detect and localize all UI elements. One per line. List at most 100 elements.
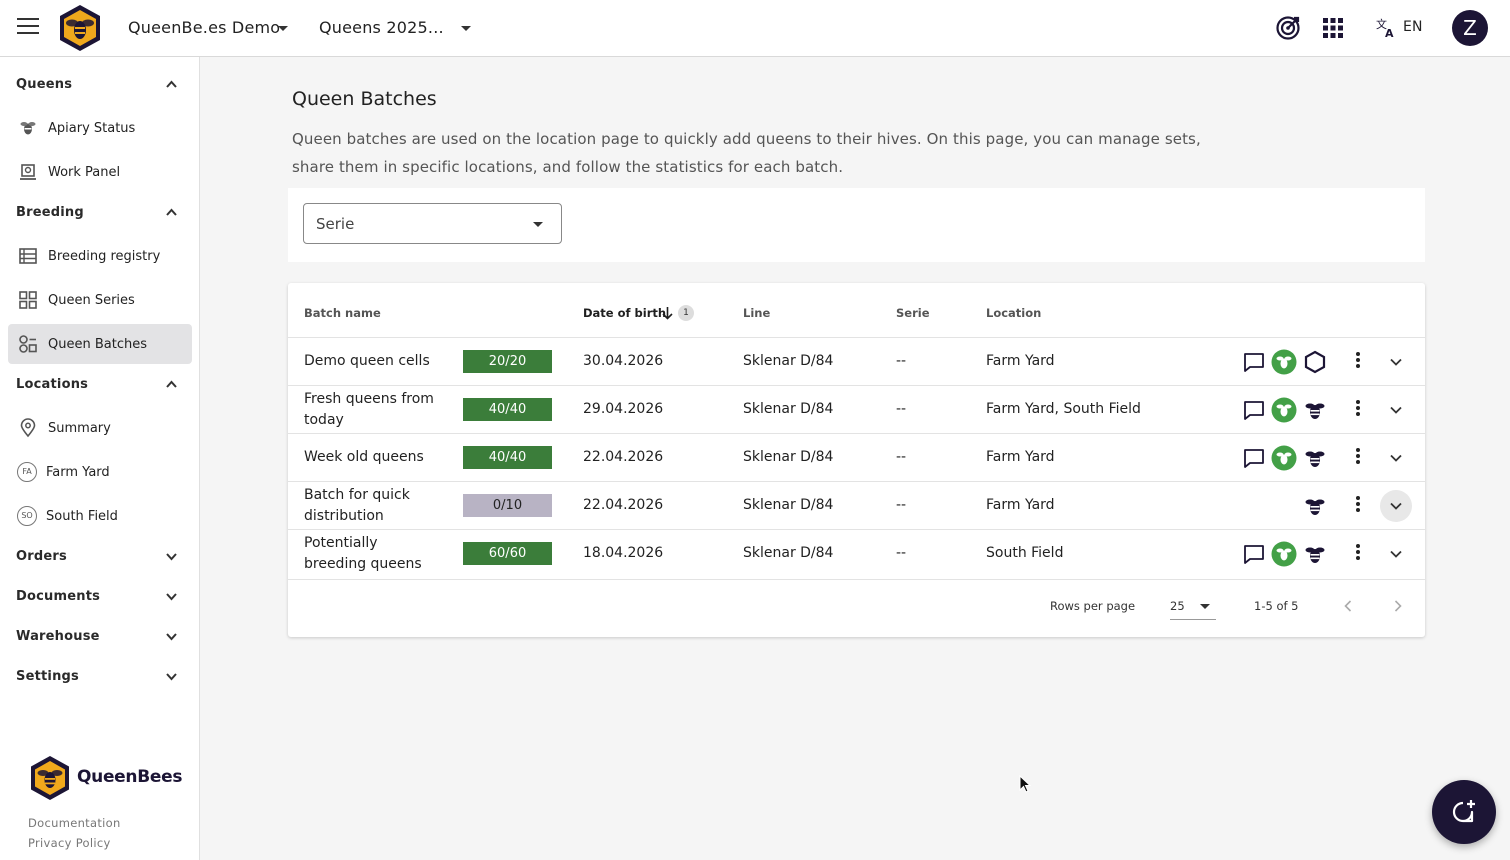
sidebar-item-summary[interactable]: Summary	[8, 408, 192, 448]
pagination-range: 1-5 of 5	[1254, 599, 1299, 613]
section-orders[interactable]: Orders	[16, 549, 67, 564]
bee-icon[interactable]	[1303, 398, 1327, 422]
location: Farm Yard, South Field	[986, 401, 1141, 417]
section-queens[interactable]: Queens	[16, 77, 72, 92]
sidebar-item-farm-yard[interactable]: FA Farm Yard	[8, 452, 192, 492]
sort-arrow-down-icon[interactable]	[661, 306, 674, 320]
organization-selector[interactable]: QueenBe.es Demo	[128, 18, 280, 37]
bee-icon[interactable]	[1303, 446, 1327, 470]
documentation-link[interactable]: Documentation	[28, 816, 121, 830]
sidebar-item-south-field[interactable]: SO South Field	[8, 496, 192, 536]
add-chat-fab-button[interactable]	[1432, 780, 1496, 844]
bee-status-green-icon[interactable]	[1271, 397, 1297, 423]
batch-progress-bar: 0/10	[463, 494, 552, 517]
section-locations[interactable]: Locations	[16, 377, 88, 392]
rows-per-page-label: Rows per page	[1050, 599, 1136, 613]
sidebar-item-work-panel[interactable]: Work Panel	[8, 152, 192, 192]
next-page-icon[interactable]	[1390, 598, 1406, 614]
expand-row-button[interactable]	[1380, 442, 1412, 474]
hexagon-outline-icon[interactable]	[1303, 350, 1327, 374]
batch-progress-bar: 60/60	[463, 542, 552, 565]
row-menu-icon[interactable]	[1348, 400, 1368, 420]
serie: --	[896, 449, 907, 465]
bee-status-green-icon[interactable]	[1271, 349, 1297, 375]
target-icon[interactable]	[1275, 15, 1301, 41]
work-panel-icon	[20, 164, 36, 180]
location-badge-icon: FA	[17, 462, 37, 482]
queenbees-logo-icon[interactable]	[58, 3, 102, 53]
date-of-birth: 22.04.2026	[583, 497, 664, 513]
chat-add-icon	[1452, 800, 1475, 823]
sidebar-item-queen-series[interactable]: Queen Series	[8, 280, 192, 320]
chevron-down-icon	[1390, 454, 1402, 462]
season-selector[interactable]: Queens 2025...	[319, 18, 444, 37]
sidebar: Queens Apiary Status Work Panel Breeding…	[0, 57, 200, 860]
row-menu-icon[interactable]	[1348, 496, 1368, 516]
comment-icon[interactable]	[1242, 542, 1266, 566]
translate-icon[interactable]: 文 A	[1376, 15, 1398, 41]
language-label[interactable]: EN	[1403, 19, 1423, 35]
chevron-down-icon[interactable]	[165, 550, 178, 563]
expand-row-button[interactable]	[1380, 346, 1412, 378]
chevron-down-icon[interactable]	[165, 630, 178, 643]
chevron-up-icon[interactable]	[165, 378, 178, 391]
batch-name: Week old queens	[304, 449, 424, 465]
sort-priority-badge: 1	[678, 305, 694, 321]
section-settings[interactable]: Settings	[16, 669, 79, 684]
comment-icon[interactable]	[1242, 446, 1266, 470]
header-serie[interactable]: Serie	[896, 306, 930, 320]
sidebar-item-label: Queen Series	[48, 293, 135, 308]
expand-row-button[interactable]	[1380, 538, 1412, 570]
header-batch-name[interactable]: Batch name	[304, 306, 381, 320]
serie-select[interactable]: Serie	[303, 203, 562, 244]
row-menu-icon[interactable]	[1348, 448, 1368, 468]
chevron-up-icon[interactable]	[165, 206, 178, 219]
sidebar-item-breeding-registry[interactable]: Breeding registry	[8, 236, 192, 276]
date-of-birth: 30.04.2026	[583, 353, 664, 369]
batch-progress-bar: 40/40	[463, 446, 552, 469]
row-menu-icon[interactable]	[1348, 544, 1368, 564]
batches-icon	[19, 335, 37, 353]
chevron-up-icon[interactable]	[165, 78, 178, 91]
expand-row-button[interactable]	[1380, 394, 1412, 426]
batches-table: Batch name Date of birth 1 Line Serie Lo…	[288, 283, 1425, 637]
expand-row-button[interactable]	[1380, 490, 1412, 522]
bee-status-green-icon[interactable]	[1271, 541, 1297, 567]
table-row[interactable]: Demo queen cells 20/20 30.04.2026 Sklena…	[288, 337, 1425, 385]
chevron-down-icon[interactable]	[165, 670, 178, 683]
hamburger-menu-icon[interactable]	[17, 18, 39, 38]
bee-status-green-icon[interactable]	[1271, 445, 1297, 471]
comment-icon[interactable]	[1242, 398, 1266, 422]
sidebar-item-label: Work Panel	[48, 165, 121, 180]
header-date-of-birth[interactable]: Date of birth	[583, 306, 666, 320]
sidebar-item-queen-batches[interactable]: Queen Batches	[8, 324, 192, 364]
table-row[interactable]: Potentially breeding queens 60/60 18.04.…	[288, 529, 1425, 579]
comment-icon[interactable]	[1242, 350, 1266, 374]
bee-icon[interactable]	[1303, 542, 1327, 566]
header-line[interactable]: Line	[743, 306, 770, 320]
table-row[interactable]: Fresh queens from today 40/40 29.04.2026…	[288, 385, 1425, 433]
season-dropdown-caret-icon[interactable]	[461, 26, 471, 31]
bee-icon[interactable]	[1303, 494, 1327, 518]
table-row[interactable]: Batch for quick distribution 0/10 22.04.…	[288, 481, 1425, 529]
batch-name: Potentially breeding queens	[304, 535, 422, 572]
date-of-birth: 22.04.2026	[583, 449, 664, 465]
section-warehouse[interactable]: Warehouse	[16, 629, 100, 644]
user-avatar[interactable]: Z	[1452, 10, 1488, 46]
org-dropdown-caret-icon[interactable]	[278, 26, 288, 31]
rows-per-page-select[interactable]: 25	[1170, 592, 1216, 620]
chevron-down-icon	[1390, 550, 1402, 558]
header-location[interactable]: Location	[986, 306, 1041, 320]
apps-grid-icon[interactable]	[1320, 15, 1346, 41]
row-menu-icon[interactable]	[1348, 352, 1368, 372]
chevron-down-icon[interactable]	[165, 590, 178, 603]
section-documents[interactable]: Documents	[16, 589, 100, 604]
privacy-policy-link[interactable]: Privacy Policy	[28, 836, 111, 850]
table-row[interactable]: Week old queens 40/40 22.04.2026 Sklenar…	[288, 433, 1425, 481]
sidebar-item-apiary-status[interactable]: Apiary Status	[8, 108, 192, 148]
line: Sklenar D/84	[743, 353, 834, 369]
section-breeding[interactable]: Breeding	[16, 205, 84, 220]
sidebar-item-label: Summary	[48, 421, 111, 436]
previous-page-icon[interactable]	[1340, 598, 1356, 614]
line: Sklenar D/84	[743, 449, 834, 465]
